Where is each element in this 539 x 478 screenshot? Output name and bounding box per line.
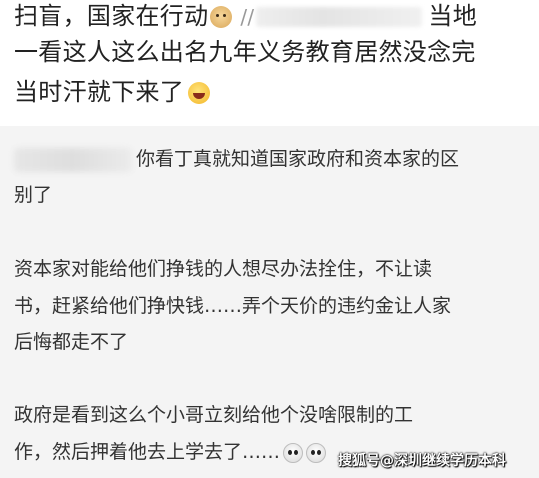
blurred-commenter-name[interactable] (14, 148, 132, 172)
post-body: 扫盲，国家在行动 // 当地 一看这人这么出名九年义务教育居然没念完 当时汗就下来… (0, 0, 539, 126)
comment-line-last: 作，然后押着他去上学去了…… (14, 439, 327, 465)
sohu-watermark: 搜狐号@深圳继续学历本科 (338, 453, 506, 469)
post-text: 当地 (428, 2, 478, 30)
post-line-1: 扫盲，国家在行动 // 当地 (14, 0, 477, 33)
post-line-2: 一看这人这么出名九年义务教育居然没念完 (14, 38, 476, 66)
post-text: 扫盲，国家在行动 (14, 2, 209, 30)
post-text: 当时汗就下来了 (14, 78, 185, 106)
comment-line: 你看丁真就知道国家政府和资本家的区 (136, 148, 460, 170)
comment-section: 你看丁真就知道国家政府和资本家的区 别了 资本家对能给他们挣钱的人想尽办法拴住，… (0, 126, 539, 478)
comment-line: 资本家对能给他们挣钱的人想尽办法拴住，不让读 (14, 258, 433, 280)
comment-line: 书，赶紧给他们挣快钱……弄个天价的违约金让人家 (14, 295, 452, 317)
blurred-username[interactable] (256, 7, 423, 27)
comment-line: 后悔都走不了 (14, 331, 129, 353)
comment-line: 政府是看到这么个小哥立刻给他个没啥限制的工 (14, 404, 414, 426)
doge-emoji-icon (210, 6, 233, 28)
comment-line: 别了 (14, 184, 53, 206)
crying-face-icon (283, 442, 304, 463)
repost-separator: // (240, 5, 255, 29)
post-line-3: 当时汗就下来了 (14, 76, 211, 108)
laugh-cry-emoji-icon (188, 82, 211, 104)
crying-face-icon (306, 442, 327, 463)
comment-text: 作，然后押着他去上学去了…… (14, 441, 281, 463)
